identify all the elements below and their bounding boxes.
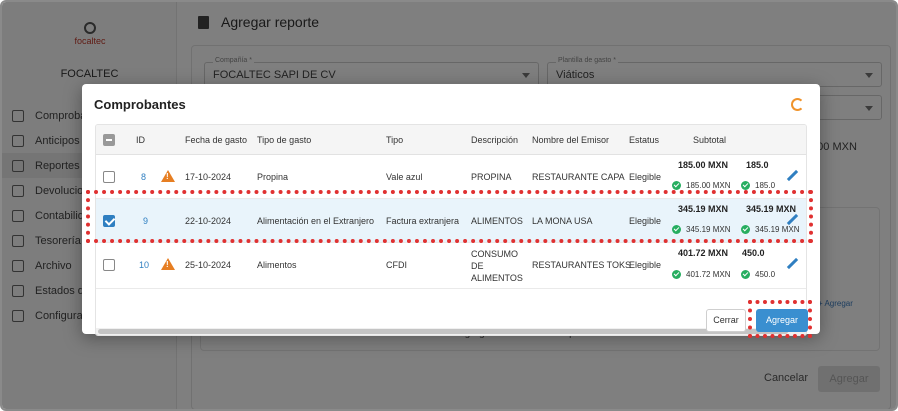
horizontal-scrollbar[interactable]	[96, 328, 806, 335]
row-tipo: CFDI	[386, 260, 407, 270]
check-circle-icon	[672, 225, 681, 234]
row-checkbox[interactable]	[103, 215, 115, 227]
row-amount-chip: 345.19 MXN	[741, 225, 799, 234]
scrollbar-thumb[interactable]	[98, 329, 788, 334]
row-amount-chip: 450.0	[741, 270, 775, 279]
row-tipo-gasto: Alimentación en el Extranjero	[257, 216, 375, 226]
column-header-id[interactable]: ID	[136, 125, 145, 155]
row-tipo: Vale azul	[386, 172, 423, 182]
comprobantes-table: ID Fecha de gasto Tipo de gasto Tipo Des…	[95, 124, 807, 336]
check-circle-icon	[672, 270, 681, 279]
row-emisor: RESTAURANTES TOKS	[532, 260, 632, 270]
row-id-link[interactable]: 8	[141, 172, 146, 182]
row-emisor: LA MONA USA	[532, 216, 593, 226]
row-checkbox[interactable]	[103, 259, 115, 271]
row-amount: 345.19 MXN	[746, 204, 797, 214]
column-header-estatus[interactable]: Estatus	[629, 125, 659, 155]
edit-icon[interactable]	[786, 258, 798, 270]
warning-icon	[161, 258, 175, 270]
warning-icon	[161, 170, 175, 182]
row-descripcion: CONSUMO DE ALIMENTOS	[471, 249, 523, 283]
row-checkbox[interactable]	[103, 171, 115, 183]
row-tipo-gasto: Propina	[257, 172, 289, 182]
row-amount: 185.0	[746, 160, 769, 170]
row-estatus: Elegible	[629, 216, 662, 226]
row-tipo-gasto: Alimentos	[257, 260, 297, 270]
column-header-emisor[interactable]: Nombre del Emisor	[532, 125, 609, 155]
edit-icon[interactable]	[786, 170, 798, 182]
row-subtotal-chip: 401.72 MXN	[672, 270, 730, 279]
row-fecha: 25-10-2024	[185, 260, 232, 270]
column-header-descripcion[interactable]: Descripción	[471, 125, 518, 155]
row-descripcion: ALIMENTOS	[471, 216, 523, 226]
edit-icon[interactable]	[786, 214, 798, 226]
table-row[interactable]: 10 25-10-2024 Alimentos CFDI CONSUMO DE …	[96, 243, 806, 289]
table-row[interactable]: 9 22-10-2024 Alimentación en el Extranje…	[96, 199, 806, 243]
row-estatus: Elegible	[629, 172, 662, 182]
dialog-title: Comprobantes	[94, 97, 186, 112]
select-all-checkbox[interactable]	[103, 134, 115, 146]
close-button[interactable]: Cerrar	[706, 309, 746, 332]
column-header-subtotal[interactable]: Subtotal	[693, 125, 726, 155]
check-circle-icon	[672, 181, 681, 190]
row-fecha: 17-10-2024	[185, 172, 232, 182]
check-circle-icon	[741, 181, 750, 190]
row-subtotal-chip: 185.00 MXN	[672, 181, 730, 190]
row-id-link[interactable]: 9	[143, 216, 148, 226]
column-header-fecha[interactable]: Fecha de gasto	[185, 125, 247, 155]
check-circle-icon	[741, 270, 750, 279]
column-header-tipo[interactable]: Tipo	[386, 125, 403, 155]
row-tipo: Factura extranjera	[386, 216, 460, 226]
row-subtotal: 401.72 MXN	[678, 248, 729, 258]
table-header: ID Fecha de gasto Tipo de gasto Tipo Des…	[96, 125, 806, 155]
row-fecha: 22-10-2024	[185, 216, 232, 226]
row-amount-chip: 185.0	[741, 181, 775, 190]
app-window: focaltec FOCALTEC Comprobantes Anticipos…	[0, 0, 898, 411]
row-id-link[interactable]: 10	[139, 260, 149, 270]
row-subtotal: 185.00 MXN	[678, 160, 729, 170]
row-subtotal-chip: 345.19 MXN	[672, 225, 730, 234]
column-header-tipo-gasto[interactable]: Tipo de gasto	[257, 125, 311, 155]
row-emisor: RESTAURANTE CAPA	[532, 172, 625, 182]
row-estatus: Elegible	[629, 260, 662, 270]
comprobantes-dialog: Comprobantes ID Fecha de gasto Tipo de g…	[82, 84, 820, 336]
table-row[interactable]: 8 17-10-2024 Propina Vale azul PROPINA R…	[96, 155, 806, 199]
add-button[interactable]: Agregar	[756, 309, 808, 332]
row-subtotal: 345.19 MXN	[678, 204, 729, 214]
refresh-icon[interactable]	[791, 98, 804, 111]
check-circle-icon	[741, 225, 750, 234]
row-descripcion: PROPINA	[471, 172, 512, 182]
row-amount: 450.0	[742, 248, 765, 258]
